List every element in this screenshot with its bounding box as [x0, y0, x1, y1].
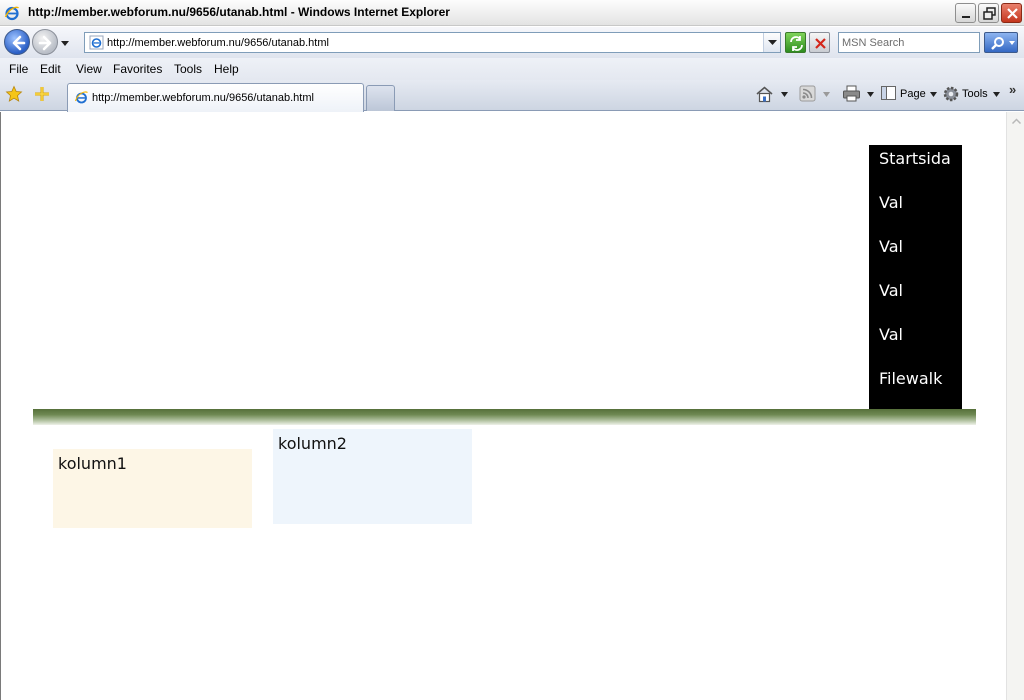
page-menu-label[interactable]: Page	[900, 88, 926, 100]
menu-tools[interactable]: Tools	[174, 62, 202, 76]
feeds-dropdown-icon[interactable]	[823, 92, 830, 97]
search-input[interactable]	[842, 35, 976, 51]
close-button[interactable]	[1001, 3, 1022, 23]
feeds-icon[interactable]	[799, 85, 816, 102]
restore-icon	[983, 7, 996, 20]
chevron-down-icon	[768, 40, 777, 45]
internet-explorer-icon	[4, 6, 20, 21]
tab-active[interactable]: http://member.webforum.nu/9656/utanab.ht…	[67, 83, 364, 112]
nav-link-filewalk[interactable]: Filewalk	[879, 369, 942, 388]
page-dropdown-icon[interactable]	[930, 92, 937, 97]
more-toolbar-chevron[interactable]: »	[1009, 82, 1016, 97]
tab-title: http://member.webforum.nu/9656/utanab.ht…	[92, 92, 314, 104]
minimize-button[interactable]	[955, 3, 976, 23]
column-2-label: kolumn2	[278, 434, 347, 453]
title-bar: http://member.webforum.nu/9656/utanab.ht…	[0, 0, 1024, 26]
recent-pages-dropdown-icon[interactable]	[60, 38, 70, 48]
gear-icon[interactable]	[942, 85, 960, 103]
scroll-up-arrow-icon[interactable]	[1008, 113, 1024, 130]
stop-button[interactable]	[809, 32, 830, 53]
nav-link-val-3[interactable]: Val	[879, 281, 903, 300]
menu-favorites[interactable]: Favorites	[113, 62, 162, 76]
page-icon	[89, 35, 104, 50]
forward-arrow-icon	[38, 35, 52, 51]
restore-button[interactable]	[978, 3, 999, 23]
menu-help[interactable]: Help	[214, 62, 239, 76]
menu-view[interactable]: View	[76, 62, 102, 76]
tab-row: http://member.webforum.nu/9656/utanab.ht…	[0, 80, 1024, 112]
menu-file[interactable]: File	[9, 62, 28, 76]
page-icon	[74, 91, 88, 104]
new-tab-button[interactable]	[366, 85, 395, 111]
home-icon[interactable]	[755, 85, 774, 104]
vertical-scrollbar[interactable]	[1006, 112, 1024, 700]
tools-menu-label[interactable]: Tools	[962, 88, 988, 100]
column-2: kolumn2	[273, 429, 472, 524]
nav-link-val-4[interactable]: Val	[879, 325, 903, 344]
search-box[interactable]	[838, 32, 980, 53]
search-icon	[991, 37, 1015, 50]
address-box[interactable]	[84, 32, 781, 53]
menu-bar: File Edit View Favorites Tools Help	[0, 58, 1024, 80]
back-arrow-icon	[12, 35, 26, 51]
address-input[interactable]	[107, 35, 757, 51]
refresh-button[interactable]	[785, 32, 806, 53]
print-icon[interactable]	[842, 85, 861, 102]
print-dropdown-icon[interactable]	[867, 92, 874, 97]
window-title: http://member.webforum.nu/9656/utanab.ht…	[28, 5, 450, 19]
tools-dropdown-icon[interactable]	[993, 92, 1000, 97]
address-toolbar	[0, 27, 1024, 58]
stop-icon	[815, 38, 826, 49]
refresh-icon	[790, 36, 803, 51]
add-favorite-icon[interactable]	[33, 85, 51, 103]
back-button[interactable]	[4, 29, 30, 55]
page-menu-icon[interactable]	[880, 85, 897, 102]
header-gradient-band	[33, 409, 976, 425]
address-dropdown-button[interactable]	[763, 33, 780, 52]
column-1-label: kolumn1	[58, 454, 127, 473]
nav-link-val-1[interactable]: Val	[879, 193, 903, 212]
site-nav-menu: Startsida Val Val Val Val Filewalk	[869, 145, 962, 410]
menu-edit[interactable]: Edit	[40, 62, 61, 76]
page-viewport: Startsida Val Val Val Val Filewalk kolum…	[0, 112, 1024, 700]
close-icon	[1007, 8, 1018, 19]
nav-link-startsida[interactable]: Startsida	[879, 149, 951, 168]
forward-button[interactable]	[32, 29, 58, 55]
minimize-icon	[962, 16, 970, 18]
nav-link-val-2[interactable]: Val	[879, 237, 903, 256]
home-dropdown-icon[interactable]	[781, 92, 788, 97]
favorites-star-icon[interactable]	[5, 85, 23, 103]
search-button[interactable]	[984, 32, 1018, 53]
column-1: kolumn1	[53, 449, 252, 528]
